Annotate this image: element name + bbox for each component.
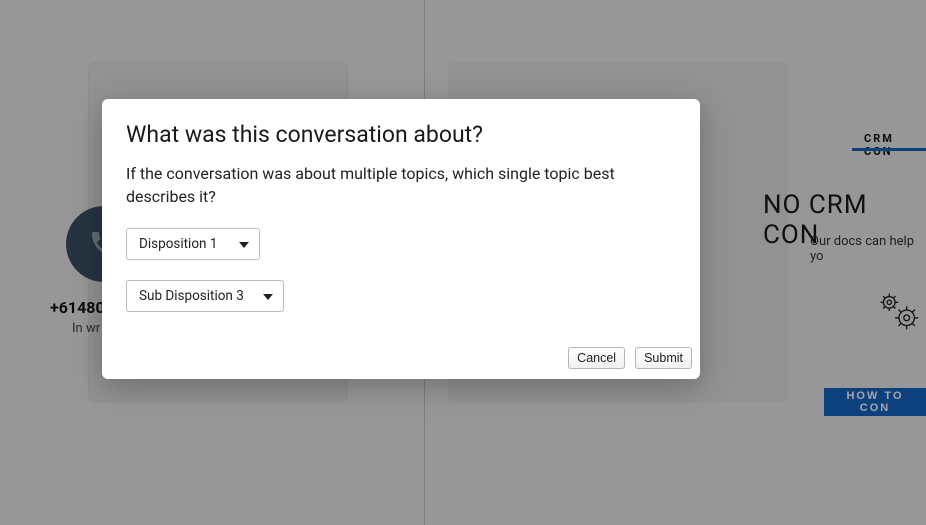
modal-title: What was this conversation about? (126, 121, 676, 148)
disposition-select[interactable]: Disposition 1 (126, 228, 260, 260)
chevron-down-icon (239, 236, 249, 252)
disposition-value: Disposition 1 (139, 236, 217, 252)
chevron-down-icon (263, 288, 273, 304)
cancel-button[interactable]: Cancel (568, 347, 625, 369)
disposition-modal: What was this conversation about? If the… (102, 99, 700, 379)
submit-button[interactable]: Submit (635, 347, 692, 369)
sub-disposition-value: Sub Disposition 3 (139, 288, 244, 304)
modal-actions: Cancel Submit (568, 347, 692, 369)
sub-disposition-select[interactable]: Sub Disposition 3 (126, 280, 284, 312)
modal-description: If the conversation was about multiple t… (126, 162, 676, 208)
